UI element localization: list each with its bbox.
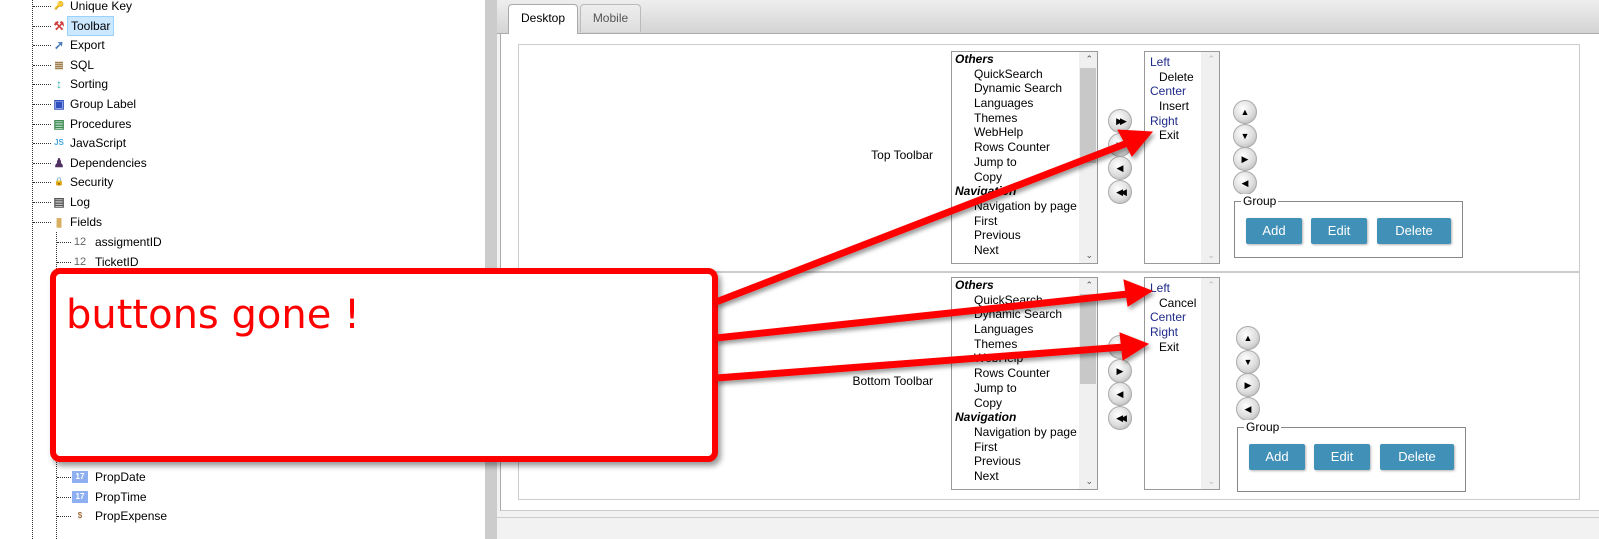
annotation-arrows [714,129,1154,382]
arrow-to-bottom-exit [715,343,1125,382]
arrow-to-bottom-left [715,290,1129,342]
arrowhead [1123,279,1154,307]
arrow-to-top-exit [714,138,1132,306]
arrowhead [1119,332,1150,361]
